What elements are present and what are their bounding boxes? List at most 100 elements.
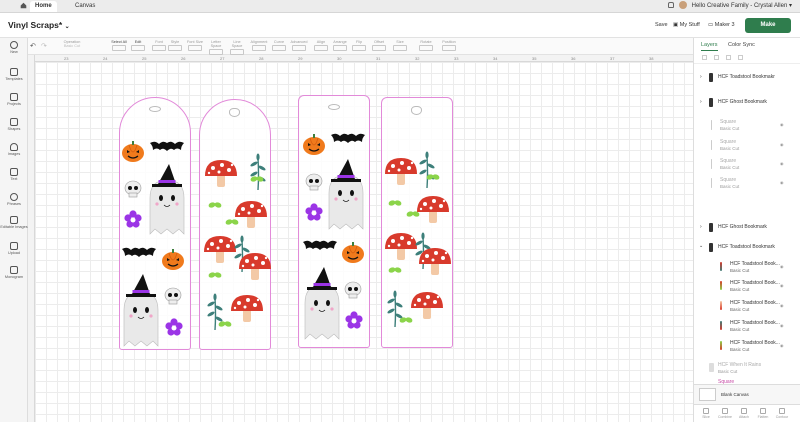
flatten-button[interactable]: Flatten: [755, 408, 771, 419]
layer-operation: Basic Cut: [720, 165, 740, 170]
style-icon: [168, 45, 182, 51]
design-canvas[interactable]: [35, 62, 693, 422]
curve-button[interactable]: Curve: [272, 40, 286, 51]
operation-dropdown[interactable]: Operation Basic Cut: [62, 40, 82, 48]
combine-label: Combine: [717, 415, 732, 419]
ruler-tick-label: 28: [259, 56, 264, 61]
chevron-down-icon[interactable]: ⌄: [699, 243, 703, 249]
offset-button[interactable]: Offset: [372, 40, 386, 51]
flip-label: Flip: [355, 40, 363, 44]
chevron-down-icon[interactable]: ⌄: [65, 24, 70, 30]
edit-button[interactable]: Edit: [130, 40, 146, 51]
rail-templates[interactable]: Templates: [0, 68, 28, 81]
chevron-right-icon[interactable]: ›: [700, 99, 702, 105]
blank-canvas-swatch[interactable]: [699, 388, 716, 401]
make-button[interactable]: Make: [745, 18, 791, 33]
tab-color-sync[interactable]: Color Sync: [728, 42, 755, 48]
machine-selector[interactable]: ▭ Maker 3: [708, 22, 735, 28]
chevron-down-icon[interactable]: ▾: [789, 3, 792, 9]
line-space-input[interactable]: Line Space: [228, 40, 246, 55]
alignment-dropdown[interactable]: Alignment: [250, 40, 268, 51]
ghost-bookmark-2[interactable]: [298, 95, 370, 348]
undo-icon[interactable]: ↶: [30, 42, 36, 50]
rotate-input[interactable]: Rotate: [418, 40, 434, 51]
align-dropdown[interactable]: Align: [314, 40, 328, 51]
rail-projects[interactable]: Projects: [0, 93, 28, 106]
layer-name: HCF Toadstool Bookmakr: [718, 74, 775, 80]
rail-images[interactable]: Images: [0, 143, 28, 156]
ruler-tick-label: 33: [454, 56, 459, 61]
layer-name: Square: [720, 119, 737, 125]
size-inputs[interactable]: Size: [390, 40, 410, 51]
position-inputs[interactable]: Position: [438, 40, 460, 51]
ungroup-icon[interactable]: [714, 55, 719, 60]
ruler-tick-label: 32: [415, 56, 420, 61]
save-button[interactable]: Save: [655, 22, 668, 28]
rail-editable-images[interactable]: Editable Images: [0, 216, 28, 229]
combine-button[interactable]: Combine: [717, 408, 733, 419]
bell-icon[interactable]: [668, 2, 675, 9]
layer-thumbnail: [711, 140, 712, 150]
eye-icon[interactable]: ◉: [780, 343, 784, 348]
layer-operation: Basic Cut: [730, 287, 750, 292]
alignment-icon: [252, 45, 266, 51]
group-icon[interactable]: [702, 55, 707, 60]
flip-icon: [352, 45, 366, 51]
eye-icon[interactable]: ◉: [780, 323, 784, 328]
rail-monogram[interactable]: Monogram: [0, 266, 28, 279]
letter-space-label: Letter Space: [210, 40, 222, 48]
eye-icon[interactable]: ◉: [780, 142, 784, 147]
font-label: Font: [155, 40, 163, 44]
font-size-input[interactable]: Font Size: [186, 40, 204, 51]
style-dropdown[interactable]: Style: [168, 40, 182, 51]
select-all-button[interactable]: Select All: [110, 40, 128, 51]
contour-icon: [779, 408, 785, 414]
ghost-bookmark-1[interactable]: [119, 97, 191, 350]
avatar[interactable]: [678, 1, 687, 10]
rail-shapes[interactable]: Shapes: [0, 118, 28, 131]
rail-new[interactable]: New: [0, 41, 28, 54]
tab-canvas[interactable]: Canvas: [70, 1, 100, 12]
align-icon: [314, 45, 328, 51]
my-stuff-button[interactable]: ▣ My Stuff: [673, 22, 700, 28]
eye-icon[interactable]: ◉: [780, 180, 784, 185]
eye-icon[interactable]: ◉: [780, 303, 784, 308]
flip-dropdown[interactable]: Flip: [352, 40, 366, 51]
layer-name: HCF Toadstool Book...: [730, 340, 780, 346]
rail-label: New: [10, 50, 18, 54]
layer-thumbnail: [711, 120, 712, 130]
font-dropdown[interactable]: Font: [152, 40, 166, 51]
delete-icon[interactable]: [738, 55, 743, 60]
size-label: Size: [396, 40, 404, 44]
folder-icon: ▣: [673, 22, 679, 28]
toadstool-bookmark-1[interactable]: [199, 99, 271, 350]
arrange-dropdown[interactable]: Arrange: [332, 40, 348, 51]
eye-icon[interactable]: ◉: [780, 122, 784, 127]
home-icon[interactable]: [20, 2, 27, 9]
toadstool-bookmark-2[interactable]: [381, 97, 453, 348]
chevron-right-icon[interactable]: ›: [700, 74, 702, 80]
redo-icon[interactable]: ↷: [41, 42, 47, 50]
attach-button[interactable]: Attach: [736, 408, 752, 419]
letter-space-input[interactable]: Letter Space: [206, 40, 226, 55]
advanced-dropdown[interactable]: Advanced: [290, 40, 308, 51]
layer-name: Square: [720, 177, 737, 183]
rail-upload[interactable]: Upload: [0, 242, 28, 255]
eye-icon[interactable]: ◉: [780, 264, 784, 269]
tab-home[interactable]: Home: [30, 1, 57, 12]
eye-icon[interactable]: ◉: [780, 283, 784, 288]
rail-label: Images: [7, 152, 21, 156]
layer-thumbnail: [709, 98, 713, 107]
ruler-tick-label: 26: [181, 56, 186, 61]
contour-button[interactable]: Contour: [774, 408, 790, 419]
blank-canvas-row[interactable]: Blank Canvas: [694, 384, 800, 404]
project-title[interactable]: Vinyl Scraps* ⌄: [8, 20, 70, 30]
duplicate-icon[interactable]: [726, 55, 731, 60]
chevron-right-icon[interactable]: ›: [700, 224, 702, 230]
tab-layers[interactable]: Layers: [701, 42, 718, 51]
rail-text[interactable]: Text: [0, 168, 28, 181]
rail-phrases[interactable]: Phrases: [0, 193, 28, 206]
user-menu[interactable]: Hello Creative Family - Crystal Allen ▾: [668, 1, 792, 12]
slice-button[interactable]: Slice: [698, 408, 714, 419]
eye-icon[interactable]: ◉: [780, 161, 784, 166]
